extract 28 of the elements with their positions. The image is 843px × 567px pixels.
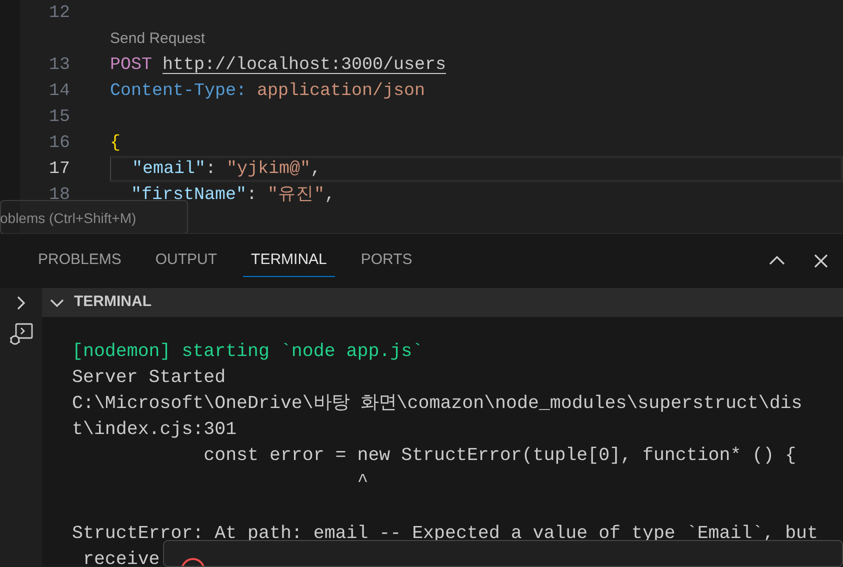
terminal-line: t\index.cjs:301 [72, 420, 237, 440]
code-line: "firstName": "유진", [130, 184, 336, 207]
terminal-line: C:\Microsoft\OneDrive\바탕 화면\comazon\node_modules\superstruct\dis [72, 394, 802, 414]
terminal-line: StructError: At path: email -- Expected a value of type `Email`, but [72, 524, 818, 544]
line-number: 17 [48, 158, 70, 181]
panel-tab[interactable]: OUTPUT [147, 245, 226, 277]
terminal-line: [nodemon] starting `node app.js` [72, 342, 424, 362]
panel-tab[interactable]: PROBLEMS [30, 245, 130, 277]
section-title: TERMINAL [74, 292, 152, 312]
terminal-line: const error = new StructError(tuple[0], function* () { [202, 446, 796, 466]
send-request-link[interactable]: Send Request [110, 28, 206, 50]
terminal-line: Server Started [72, 368, 226, 388]
terminal-section-header[interactable]: TERMINAL [42, 288, 843, 317]
code-line: "email": "yjkim@", [131, 158, 322, 181]
panel-tab[interactable]: PORTS [352, 245, 420, 277]
terminal-line: receive [82, 550, 160, 567]
code-line: POST http://localhost:3000/users [110, 54, 446, 77]
line-number: 16 [48, 132, 70, 155]
panel-tab[interactable]: TERMINAL [243, 245, 335, 277]
line-number: 15 [48, 106, 70, 129]
line-number: 14 [48, 80, 70, 103]
line-number: 13 [48, 54, 70, 77]
code-line: { [110, 132, 121, 155]
tooltip-text: oblems (Ctrl+Shift+M) [0, 210, 136, 227]
code-line: Content-Type: application/json [110, 80, 426, 103]
line-number: 18 [48, 184, 70, 207]
terminal-line: ^ [356, 472, 368, 492]
line-number: 12 [48, 2, 70, 25]
